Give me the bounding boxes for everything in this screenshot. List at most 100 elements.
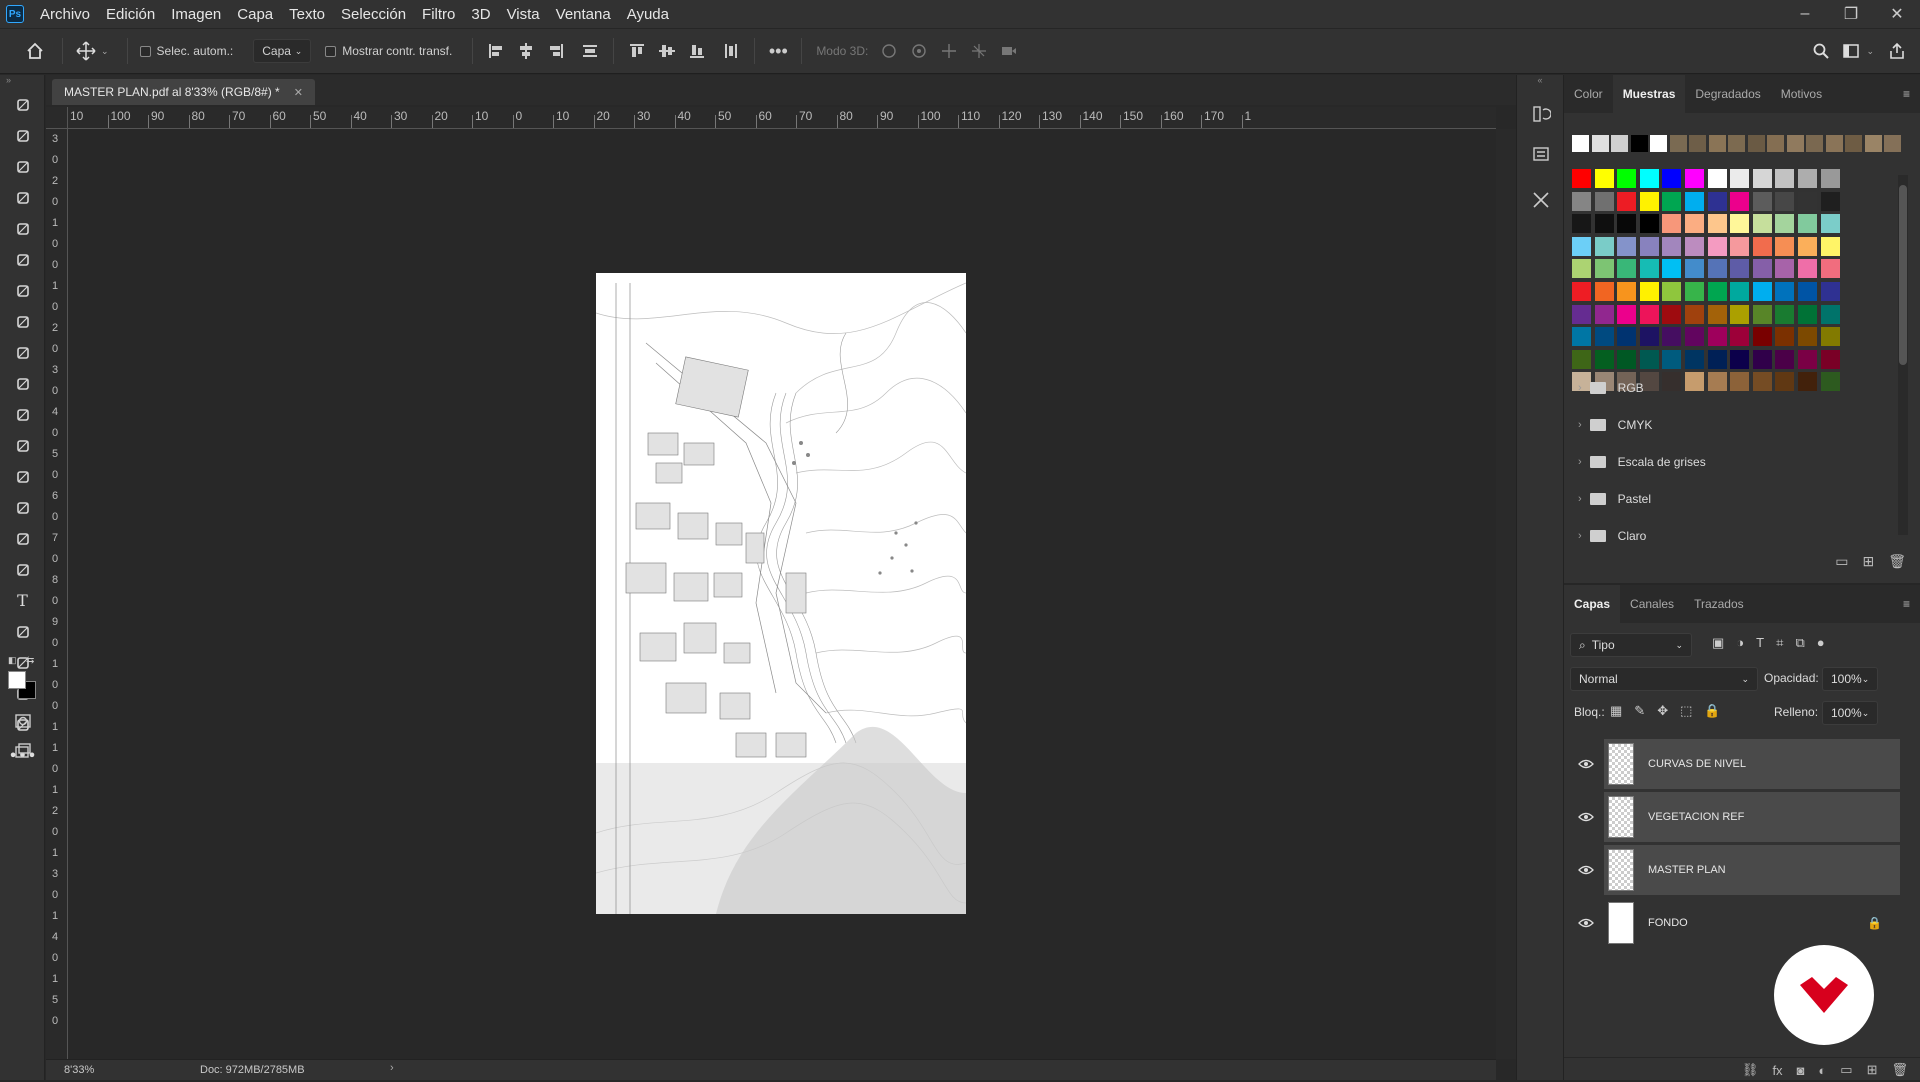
color-swatch[interactable] — [1617, 349, 1637, 369]
color-swatch[interactable] — [1775, 191, 1795, 211]
recent-swatch[interactable] — [1572, 135, 1589, 152]
color-swatch[interactable] — [1730, 191, 1750, 211]
ruler-origin[interactable] — [46, 107, 68, 129]
paint-bucket-tool-icon[interactable] — [0, 461, 45, 492]
recent-swatch[interactable] — [1767, 135, 1784, 152]
default-colors-icon[interactable]: ◧ — [8, 655, 17, 666]
history-icon[interactable] — [1526, 99, 1556, 129]
magic-wand-tool-icon[interactable] — [0, 182, 45, 213]
tab-muestras[interactable]: Muestras — [1612, 75, 1686, 113]
foreground-color-swatch[interactable] — [8, 671, 26, 689]
color-swatch[interactable] — [1707, 214, 1727, 234]
recent-swatch[interactable] — [1689, 135, 1706, 152]
minimize-button[interactable]: – — [1782, 0, 1828, 28]
auto-select-dropdown[interactable]: Capa ⌄ — [253, 39, 312, 63]
type-tool-icon[interactable]: T — [0, 585, 45, 616]
color-swatch[interactable] — [1707, 327, 1727, 347]
color-swatch[interactable] — [1798, 304, 1817, 324]
share-icon[interactable] — [1882, 36, 1912, 66]
color-swatch[interactable] — [1572, 191, 1591, 211]
chevron-down-icon[interactable]: ⌄ — [101, 46, 109, 57]
color-swatch[interactable] — [1639, 259, 1659, 279]
delete-icon[interactable]: 🗑 — [1888, 553, 1906, 570]
history-brush-tool-icon[interactable] — [0, 399, 45, 430]
color-swatch[interactable] — [1752, 327, 1772, 347]
lock-icon[interactable]: 🔒 — [1867, 916, 1882, 930]
color-swatch[interactable] — [1752, 304, 1772, 324]
color-swatch[interactable] — [1572, 169, 1591, 188]
filter-adjustment-icon[interactable]: ◑ — [1736, 635, 1744, 651]
layer-visibility-eye-icon[interactable] — [1576, 913, 1596, 933]
recent-swatch[interactable] — [1650, 135, 1667, 152]
color-swatch[interactable] — [1820, 169, 1840, 188]
chevron-down-icon[interactable]: ⌄ — [1866, 46, 1874, 57]
new-layer-icon[interactable]: ⊞ — [1867, 1062, 1878, 1078]
layer-filter-dropdown[interactable]: ⌕ Tipo ⌄ — [1570, 633, 1692, 657]
layer-visibility-eye-icon[interactable] — [1576, 807, 1596, 827]
layer-row[interactable]: MASTER PLAN — [1604, 845, 1900, 895]
tab-motivos[interactable]: Motivos — [1771, 75, 1832, 113]
align-center-h-icon[interactable] — [511, 36, 541, 66]
recent-swatch[interactable] — [1825, 135, 1843, 152]
canvas-scrollbar[interactable] — [1496, 129, 1516, 1059]
recent-swatch[interactable] — [1669, 135, 1687, 152]
color-swatch[interactable] — [1730, 327, 1750, 347]
tab-color[interactable]: Color — [1564, 75, 1613, 113]
3d-scale-camera-icon[interactable] — [994, 36, 1024, 66]
color-swatch[interactable] — [1775, 236, 1795, 256]
recent-swatch[interactable] — [1611, 135, 1628, 152]
color-swatch[interactable] — [1820, 282, 1840, 301]
new-group-icon[interactable]: ▭ — [1835, 553, 1848, 570]
color-swatch[interactable] — [1820, 191, 1840, 211]
color-swatch[interactable] — [1617, 259, 1637, 279]
color-swatches[interactable]: ◧ ⇆ — [6, 655, 40, 699]
scrollbar-thumb[interactable] — [1899, 185, 1907, 365]
color-swatch[interactable] — [1617, 282, 1637, 301]
chevron-right-icon[interactable]: › — [1578, 493, 1582, 505]
color-swatch[interactable] — [1685, 349, 1704, 369]
recent-swatch[interactable] — [1728, 135, 1745, 152]
move-tool-icon[interactable] — [71, 36, 101, 66]
color-swatch[interactable] — [1685, 191, 1704, 211]
color-swatch[interactable] — [1798, 349, 1817, 369]
layer-name[interactable]: CURVAS DE NIVEL — [1648, 758, 1746, 770]
healing-brush-tool-icon[interactable] — [0, 306, 45, 337]
menu-item-texto[interactable]: Texto — [281, 6, 333, 23]
color-swatch[interactable] — [1820, 259, 1840, 279]
color-swatch[interactable] — [1662, 259, 1682, 279]
move-tool-icon[interactable] — [0, 89, 45, 120]
panel-menu-icon[interactable]: ≡ — [1903, 87, 1910, 101]
color-swatch[interactable] — [1617, 236, 1637, 256]
swatches-scrollbar[interactable] — [1898, 175, 1908, 535]
color-swatch[interactable] — [1639, 214, 1659, 234]
color-swatch[interactable] — [1730, 349, 1750, 369]
layer-mask-icon[interactable]: ◙ — [1797, 1063, 1805, 1078]
layer-row[interactable]: VEGETACION REF — [1604, 792, 1900, 842]
recent-swatch[interactable] — [1806, 135, 1823, 152]
color-swatch[interactable] — [1752, 169, 1772, 188]
filter-smart-object-icon[interactable]: ⧉ — [1795, 635, 1804, 651]
lock-position-icon[interactable]: ✥ — [1657, 703, 1668, 719]
menu-item-capa[interactable]: Capa — [229, 6, 281, 23]
color-swatch[interactable] — [1730, 282, 1750, 301]
dodge-tool-icon[interactable] — [0, 523, 45, 554]
layer-row[interactable]: FONDO 🔒 — [1604, 898, 1900, 948]
home-icon[interactable] — [20, 36, 50, 66]
color-swatch[interactable] — [1594, 282, 1614, 301]
crop-tool-icon[interactable] — [0, 213, 45, 244]
color-swatch[interactable] — [1775, 282, 1795, 301]
swatch-folder[interactable]: › RGB — [1564, 369, 1900, 406]
color-swatch[interactable] — [1617, 304, 1637, 324]
more-options-icon[interactable]: ••• — [763, 36, 793, 66]
color-swatch[interactable] — [1798, 327, 1817, 347]
color-swatch[interactable] — [1572, 327, 1591, 347]
adjustment-layer-icon[interactable]: ◐ — [1818, 1063, 1826, 1078]
color-swatch[interactable] — [1685, 282, 1704, 301]
color-swatch[interactable] — [1662, 349, 1682, 369]
color-swatch[interactable] — [1617, 191, 1637, 211]
color-swatch[interactable] — [1685, 304, 1704, 324]
3d-roll-icon[interactable] — [904, 36, 934, 66]
color-swatch[interactable] — [1639, 191, 1659, 211]
layer-name[interactable]: VEGETACION REF — [1648, 811, 1744, 823]
status-menu-arrow-icon[interactable]: › — [390, 1062, 394, 1074]
